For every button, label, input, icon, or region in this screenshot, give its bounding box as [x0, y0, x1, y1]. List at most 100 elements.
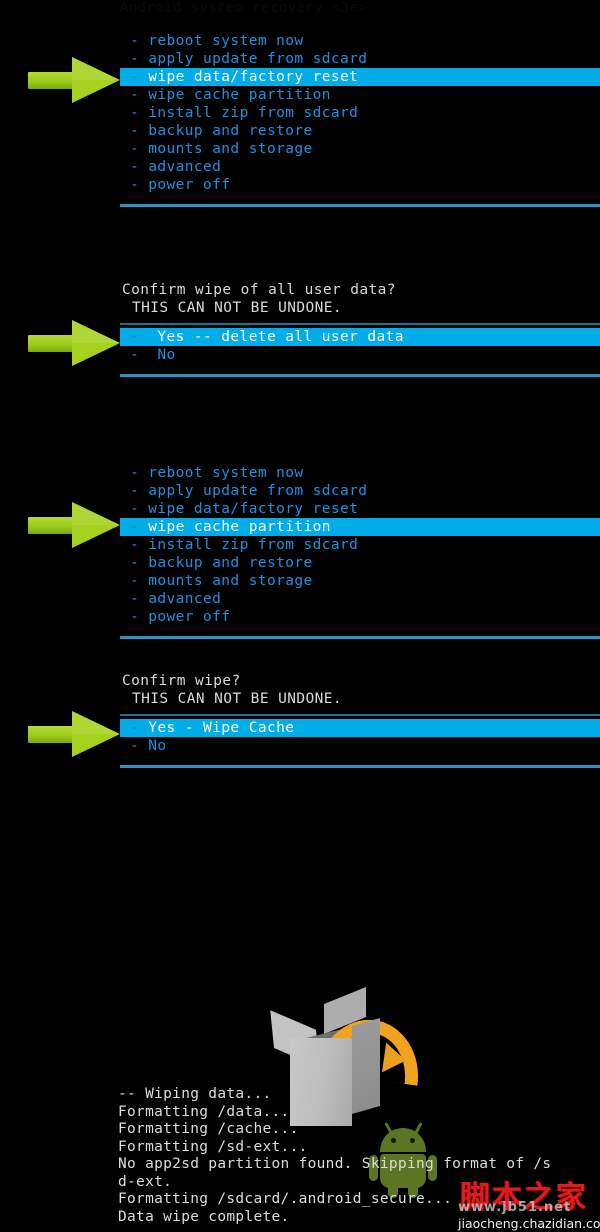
bullet-dash: -: [130, 501, 149, 517]
menu-item-reboot-system-now[interactable]: - reboot system now: [120, 464, 600, 482]
menu-item-label: power off: [148, 177, 231, 193]
arrow-head-highlight: [72, 57, 120, 80]
log-line: No app2sd partition found. Skipping form…: [118, 1156, 552, 1172]
bullet-dash: -: [130, 591, 149, 607]
menu-item-label: reboot system now: [148, 465, 304, 481]
menu-item-label: advanced: [148, 159, 222, 175]
menu-item-install-zip-from-sdcard[interactable]: - install zip from sdcard: [120, 104, 600, 122]
menu-item-power-off[interactable]: - power off: [120, 176, 600, 194]
confirm-option-yes-delete-all-user-data[interactable]: - Yes -- delete all user data: [120, 328, 600, 346]
menu-item-label: install zip from sdcard: [148, 105, 359, 121]
arrow-shaft: [28, 72, 78, 89]
menu-item-mounts-and-storage[interactable]: - mounts and storage: [120, 140, 600, 158]
menu-item-advanced[interactable]: - advanced: [120, 158, 600, 176]
pointer-arrow-confirm-yes-cache: [28, 711, 120, 757]
pointer-arrow-wipe-cache: [28, 502, 120, 548]
menu-item-reboot-system-now[interactable]: - reboot system now: [120, 32, 600, 50]
menu-item-backup-and-restore[interactable]: - backup and restore: [120, 122, 600, 140]
bullet-dash: -: [130, 519, 149, 535]
menu-item-label: Yes - Wipe Cache: [148, 720, 295, 736]
panel-separator-line: [120, 636, 600, 639]
bullet-dash: -: [130, 720, 149, 736]
panel-separator-line: [120, 765, 600, 768]
arrow-shaft: [28, 517, 78, 534]
watermark-brand-secondary: www.jb51.net: [458, 1200, 572, 1215]
panel-separator-line: [120, 204, 600, 207]
confirm-title: Confirm wipe?: [122, 673, 241, 689]
bullet-dash: -: [130, 51, 149, 67]
bullet-dash: -: [130, 329, 158, 345]
confirm-dialog-wipe-data: Confirm wipe of all user data? THIS CAN …: [120, 281, 600, 377]
menu-item-apply-update-from-sdcard[interactable]: - apply update from sdcard: [120, 482, 600, 500]
orange-arrow-tip: [382, 1042, 408, 1076]
bullet-dash: -: [130, 33, 149, 49]
bullet-dash: -: [130, 105, 149, 121]
recovery-header-text: Android system recovery <3e>: [120, 0, 368, 16]
menu-item-mounts-and-storage[interactable]: - mounts and storage: [120, 572, 600, 590]
log-line: Formatting /data...: [118, 1103, 290, 1120]
menu-item-label: apply update from sdcard: [148, 51, 368, 67]
menu-item-label: No: [148, 738, 167, 754]
arrow-shaft: [28, 335, 78, 352]
menu-item-wipe-cache-partition[interactable]: - wipe cache partition: [120, 86, 600, 104]
menu-item-label: mounts and storage: [148, 141, 313, 157]
recovery-menu-wipe-cache: - reboot system now - apply update from …: [120, 464, 600, 639]
bullet-dash: -: [130, 465, 149, 481]
confirm-warning: THIS CAN NOT BE UNDONE.: [132, 691, 342, 707]
bullet-dash: -: [130, 609, 149, 625]
bullet-dash: -: [130, 141, 149, 157]
bullet-dash: -: [130, 483, 149, 499]
menu-item-label: No: [157, 347, 176, 363]
menu-item-label: Yes -- delete all user data: [157, 329, 404, 345]
log-line: -- Wiping data...: [118, 1086, 272, 1102]
menu-item-label: wipe cache partition: [148, 87, 331, 103]
arrow-head-highlight: [72, 711, 120, 734]
log-line: Formatting /sd-ext...: [118, 1138, 308, 1155]
bullet-dash: -: [130, 738, 149, 754]
bullet-dash: -: [130, 347, 158, 363]
confirm-dialog-wipe-cache: Confirm wipe? THIS CAN NOT BE UNDONE. - …: [120, 672, 600, 768]
confirm-option-no[interactable]: - No: [120, 346, 600, 364]
menu-item-install-zip-from-sdcard[interactable]: - install zip from sdcard: [120, 536, 600, 554]
menu-item-power-off[interactable]: - power off: [120, 608, 600, 626]
confirm-option-yes-wipe-cache[interactable]: - Yes - Wipe Cache: [120, 719, 600, 737]
menu-item-label: wipe data/factory reset: [148, 69, 359, 85]
confirm-warning: THIS CAN NOT BE UNDONE.: [132, 300, 342, 316]
bullet-dash: -: [130, 69, 149, 85]
menu-item-label: apply update from sdcard: [148, 483, 368, 499]
menu-item-backup-and-restore[interactable]: - backup and restore: [120, 554, 600, 572]
arrow-shaft: [28, 726, 78, 743]
recovery-menu-wipe-data: - reboot system now - apply update from …: [120, 32, 600, 207]
menu-item-wipe-data-factory-reset[interactable]: - wipe data/factory reset: [120, 68, 600, 86]
menu-item-label: mounts and storage: [148, 573, 313, 589]
recovery-screen: Android system recovery <3e> - reboot sy…: [0, 0, 600, 1232]
menu-item-label: backup and restore: [148, 123, 313, 139]
panel-separator-line: [120, 374, 600, 377]
bullet-dash: -: [130, 123, 149, 139]
bullet-dash: -: [130, 159, 149, 175]
menu-item-wipe-cache-partition[interactable]: - wipe cache partition: [120, 518, 600, 536]
watermark-url: jiaocheng.chazidian.com: [458, 1216, 600, 1231]
menu-item-wipe-data-factory-reset[interactable]: - wipe data/factory reset: [120, 500, 600, 518]
menu-item-label: advanced: [148, 591, 222, 607]
bullet-dash: -: [130, 537, 149, 553]
menu-item-label: reboot system now: [148, 33, 304, 49]
bullet-dash: -: [130, 573, 149, 589]
bullet-dash: -: [130, 87, 149, 103]
confirm-title: Confirm wipe of all user data?: [122, 282, 396, 298]
menu-item-label: power off: [148, 609, 231, 625]
menu-item-label: install zip from sdcard: [148, 537, 359, 553]
bullet-dash: -: [130, 177, 149, 193]
menu-item-apply-update-from-sdcard[interactable]: - apply update from sdcard: [120, 50, 600, 68]
bullet-dash: -: [130, 555, 149, 571]
arrow-head-highlight: [72, 502, 120, 525]
menu-item-label: wipe cache partition: [148, 519, 331, 535]
pointer-arrow-wipe-data: [28, 57, 120, 103]
confirm-option-no[interactable]: - No: [120, 737, 600, 755]
menu-item-label: wipe data/factory reset: [148, 501, 359, 517]
pointer-arrow-confirm-yes-data: [28, 320, 120, 366]
site-watermark: 脚本之家 www.jb51.net jiaocheng.chazidian.co…: [458, 1172, 600, 1232]
menu-item-advanced[interactable]: - advanced: [120, 590, 600, 608]
menu-item-label: backup and restore: [148, 555, 313, 571]
log-line: Formatting /cache...: [118, 1121, 299, 1137]
